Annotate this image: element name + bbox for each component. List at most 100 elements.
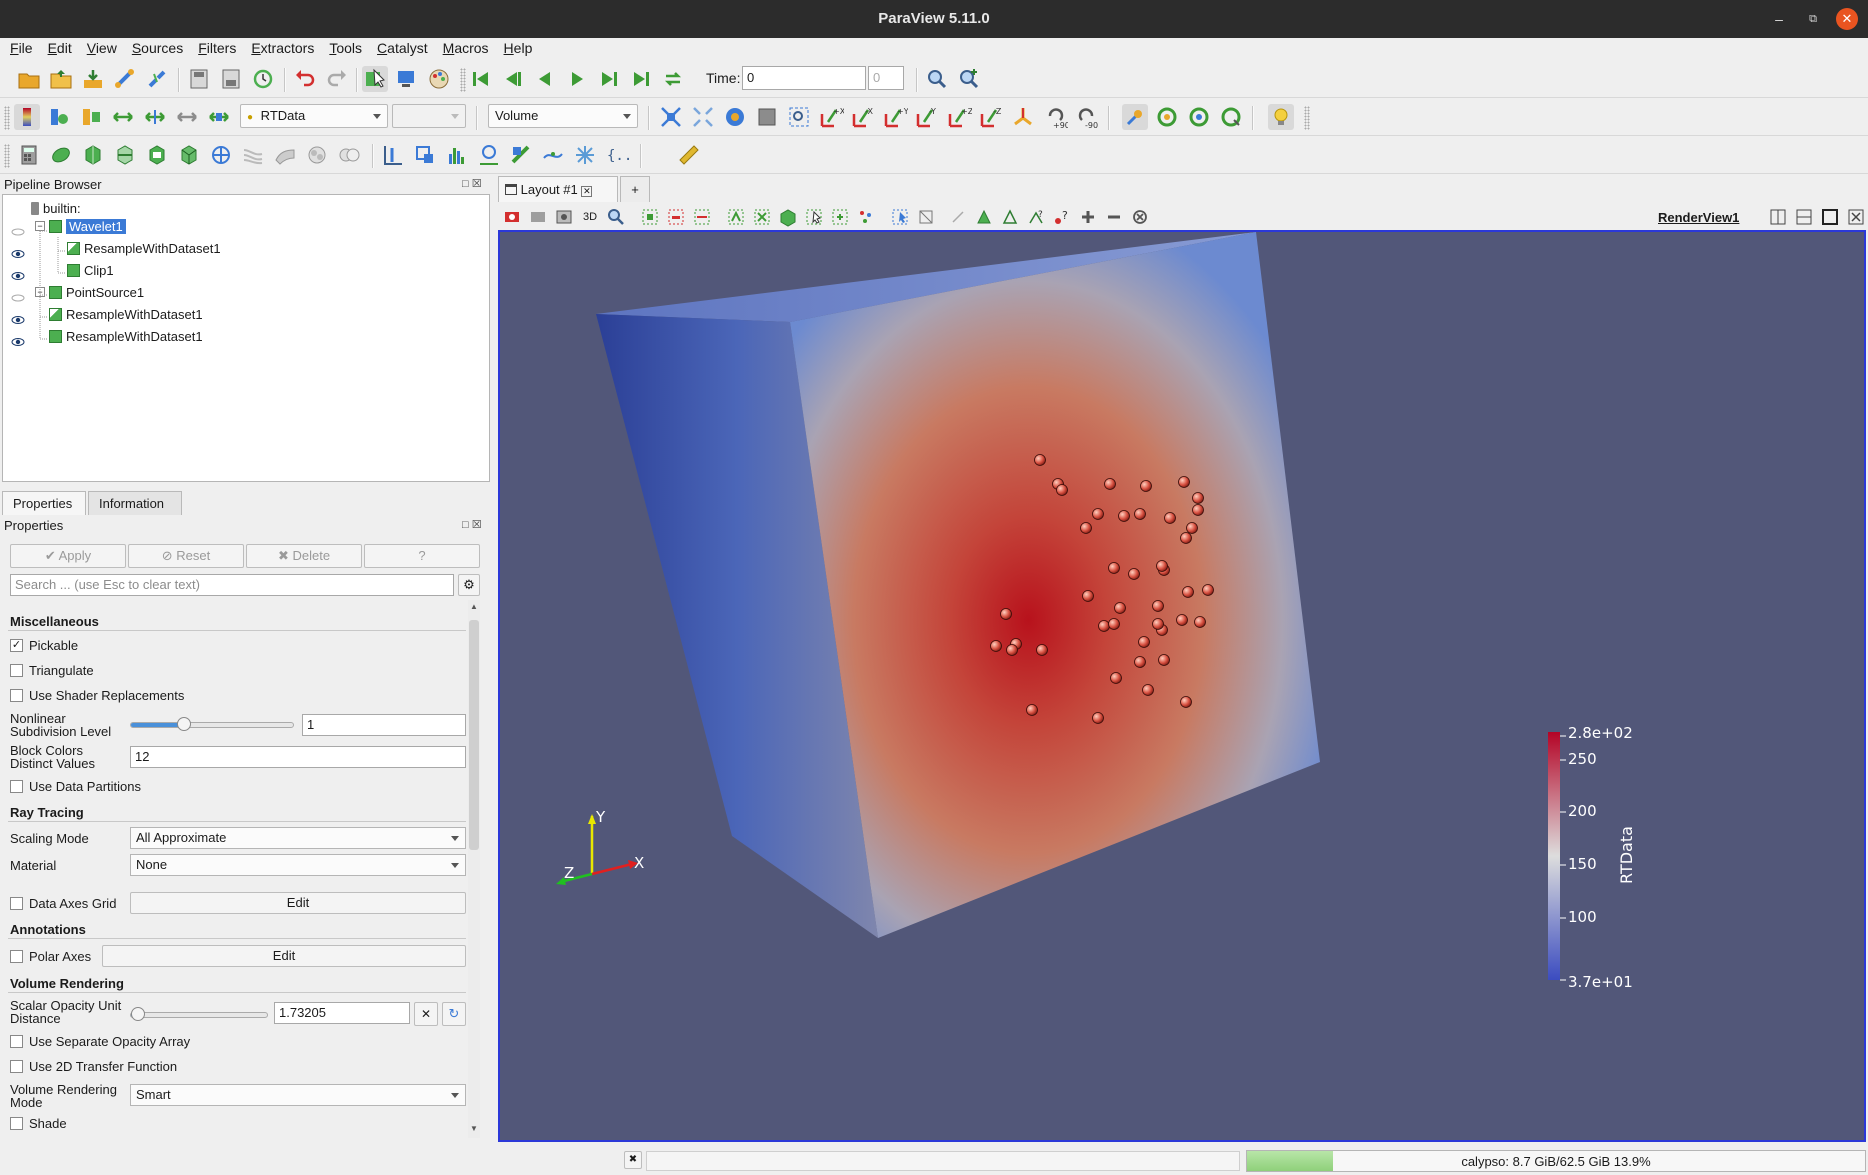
warp-vector-icon[interactable] [272,142,298,168]
polar-axes-edit-button[interactable]: Edit [102,945,466,967]
reset-scalar-opacity-icon[interactable]: ↻ [442,1002,466,1026]
menu-catalyst[interactable]: Catalyst [367,38,433,56]
triangulate-checkbox[interactable] [10,664,23,677]
query-selection-icon[interactable]: ? [1026,207,1046,227]
tab-properties[interactable]: Properties [2,491,86,515]
separate-opacity-checkbox[interactable] [10,1035,23,1048]
redo-icon[interactable] [324,66,350,92]
select-polygon-icon[interactable] [752,207,772,227]
maximize-view-icon[interactable] [1820,207,1840,227]
view-plus-z-icon[interactable]: +Z [946,104,972,130]
render-view[interactable]: Y X Z 2.8e+02 250 200 150 100 3.7e+01 RT… [498,230,1866,1142]
rescale-visible-icon[interactable] [206,104,232,130]
reset-button[interactable]: ⊘ Reset [128,544,244,568]
data-partitions-checkbox[interactable] [10,780,23,793]
histogram-icon[interactable] [444,142,470,168]
reset-session-icon[interactable] [250,66,276,92]
rotation-center-icon[interactable] [1218,104,1244,130]
view-minus-z-icon[interactable]: -Z [978,104,1004,130]
clear-output-icon[interactable]: ✖ [624,1151,642,1169]
frustum-select-icon[interactable] [916,207,936,227]
screenshot-icon[interactable] [394,66,420,92]
previous-frame-icon[interactable] [500,66,526,92]
view-minus-y-icon[interactable]: -Y [914,104,940,130]
render-canvas[interactable]: Y X Z 2.8e+02 250 200 150 100 3.7e+01 RT… [500,232,1864,1140]
split-horizontal-icon[interactable] [1768,207,1788,227]
representation-combo[interactable]: Volume [488,104,638,128]
glyph-icon[interactable] [208,142,234,168]
zoom-interaction-icon[interactable] [606,207,626,227]
advanced-gear-icon[interactable]: ⚙ [458,574,480,596]
zoom-to-box-icon[interactable] [754,104,780,130]
properties-search-input[interactable]: Search ... (use Esc to clear text) [10,574,454,596]
menu-extractors[interactable]: Extractors [241,38,319,56]
isometric-view-icon[interactable] [1010,104,1036,130]
interactive-select-cells-icon[interactable] [804,207,824,227]
contour-icon[interactable] [48,142,74,168]
render-view-label[interactable]: RenderView1 [1658,210,1739,225]
reset-center-icon[interactable] [1154,104,1180,130]
pipeline-tree[interactable]: builtin: − Wavelet1 ResampleWithDataset1… [2,194,490,482]
menu-sources[interactable]: Sources [122,38,188,56]
stream-tracer-icon[interactable] [240,142,266,168]
slice-icon[interactable] [112,142,138,168]
minimize-icon[interactable]: – [1768,8,1790,30]
extract-subset-icon[interactable] [176,142,202,168]
last-frame-icon[interactable] [628,66,654,92]
reset-camera-icon[interactable] [658,104,684,130]
plot-over-time-icon[interactable] [476,142,502,168]
polar-axes-checkbox[interactable] [10,950,23,963]
zoom-closest-icon[interactable] [786,104,812,130]
show-center-icon[interactable] [1122,104,1148,130]
disconnect-icon[interactable] [144,66,170,92]
shade-checkbox[interactable] [10,1117,23,1130]
scalar-opacity-input[interactable]: 1.73205 [274,1002,410,1024]
transfer-2d-checkbox[interactable] [10,1060,23,1073]
hover-cells-icon[interactable] [890,207,910,227]
rotate-minus-90-icon[interactable]: -90 [1074,104,1100,130]
view-minus-x-icon[interactable]: -X [850,104,876,130]
volume-mode-combo[interactable]: Smart [130,1084,466,1106]
tab-layout-1[interactable]: Layout #1 ✕ [498,176,618,202]
interactive-select-icon[interactable] [362,66,388,92]
loop-icon[interactable] [660,66,686,92]
clear-selection-icon[interactable] [1130,207,1150,227]
shader-replacements-checkbox[interactable] [10,689,23,702]
select-cells-through-icon[interactable] [692,207,712,227]
block-colors-input[interactable]: 12 [130,746,466,768]
find-data-icon[interactable] [924,66,950,92]
material-combo[interactable]: None [130,854,466,876]
help-button[interactable]: ? [364,544,480,568]
programmable-filter-icon[interactable]: {..} [604,142,630,168]
pick-point-icon[interactable]: ? [1052,207,1072,227]
ruler-icon[interactable] [676,142,702,168]
cell-centers-icon[interactable] [572,142,598,168]
nonlinear-input[interactable]: 1 [302,714,466,736]
time-input[interactable]: 0 [742,66,866,90]
camera-undo-icon[interactable] [554,207,574,227]
view-3d-toggle[interactable]: 3D [580,207,600,227]
next-frame-icon[interactable] [596,66,622,92]
extract-level-icon[interactable] [336,142,362,168]
menu-view[interactable]: View [77,38,122,56]
grow-selection-small-icon[interactable] [948,207,968,227]
toggle-colorbar-icon[interactable] [14,104,40,130]
tab-information[interactable]: Information [88,491,182,515]
delete-button[interactable]: ✖ Delete [246,544,362,568]
menu-file[interactable]: File [0,38,38,56]
pickable-checkbox[interactable]: ✓ [10,639,23,652]
capture-icon[interactable] [528,207,548,227]
group-datasets-icon[interactable] [304,142,330,168]
scroll-down-icon[interactable]: ▼ [470,1124,478,1133]
first-frame-icon[interactable] [468,66,494,92]
scroll-up-icon[interactable]: ▲ [470,602,478,611]
close-view-icon[interactable] [1846,207,1866,227]
select-points-through-icon[interactable] [726,207,746,227]
plot-selection-icon[interactable] [1000,207,1020,227]
rescale-custom-range-icon[interactable] [142,104,168,130]
rotate-plus-90-icon[interactable]: +90 [1042,104,1068,130]
reset-camera-small-icon[interactable] [502,207,522,227]
pipeline-dock-buttons[interactable]: □ ☒ [462,177,482,190]
menu-edit[interactable]: Edit [38,38,77,56]
reset-camera-closest-icon[interactable] [690,104,716,130]
